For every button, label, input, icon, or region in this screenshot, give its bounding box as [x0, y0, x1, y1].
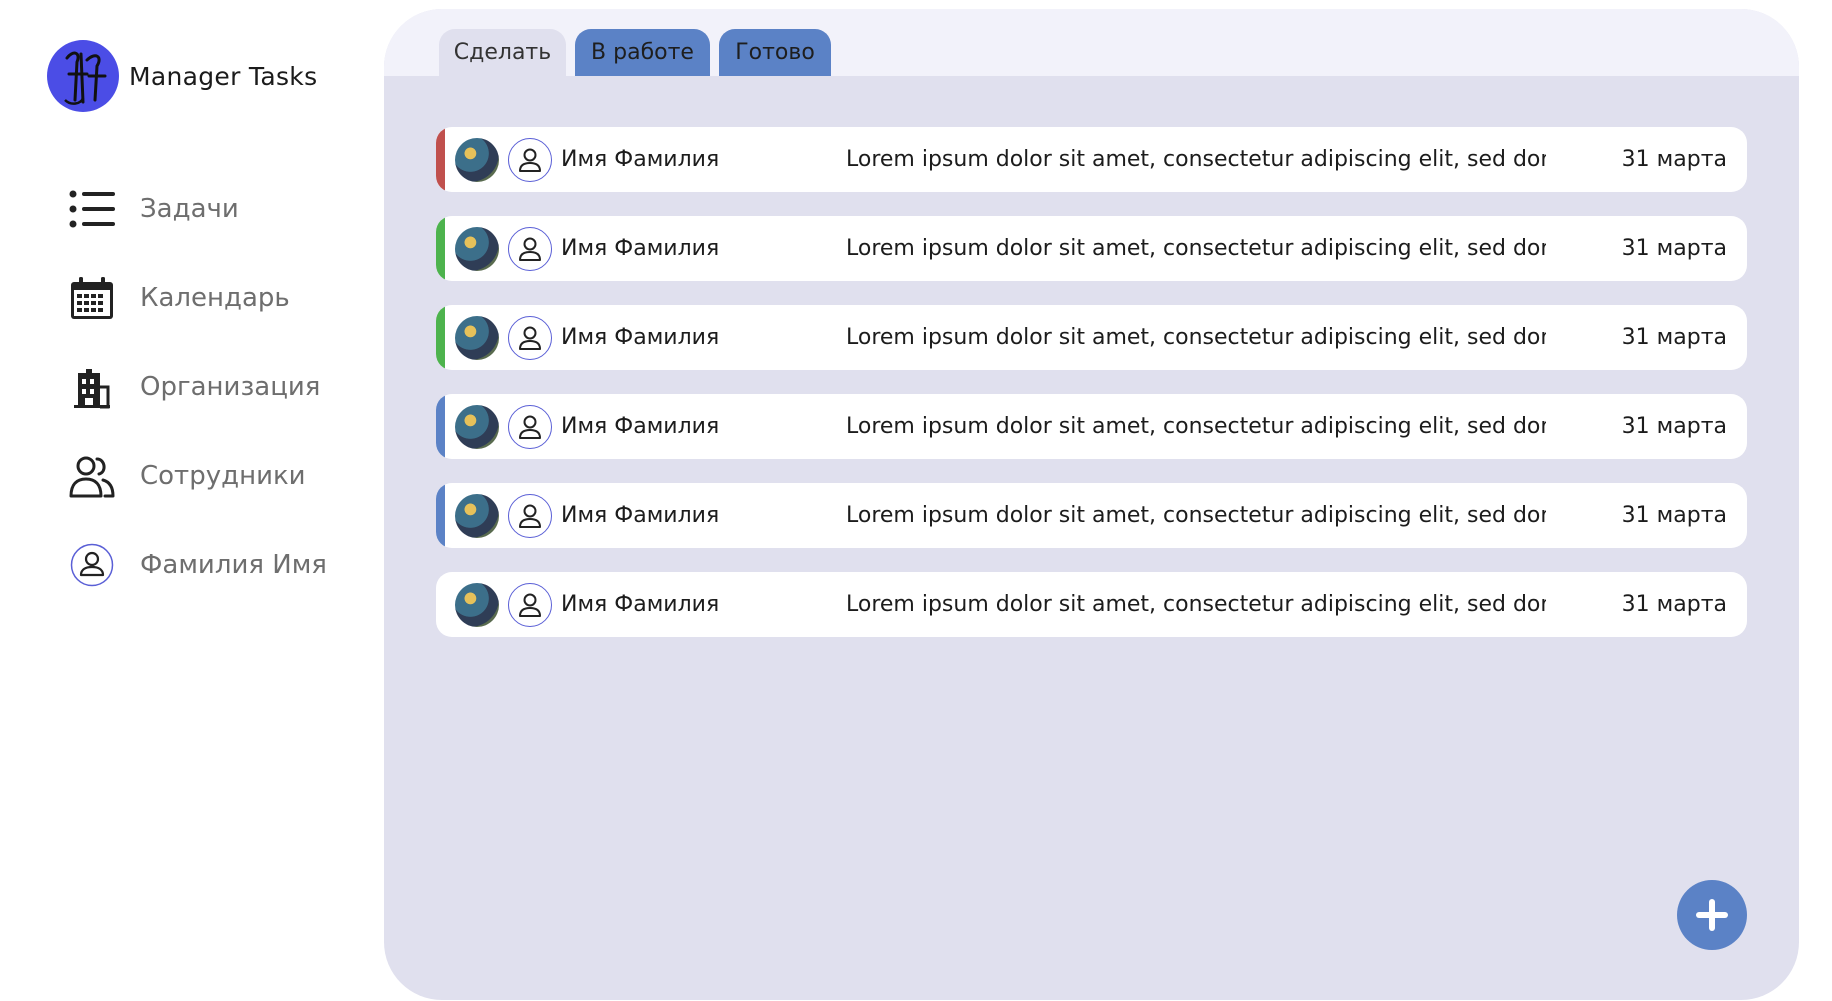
- project-avatar: [455, 137, 499, 182]
- priority-indicator: [436, 216, 445, 281]
- sidebar: Manager Tasks Задачи Календарь Организац…: [0, 0, 380, 1001]
- users-icon: [69, 453, 115, 499]
- sidebar-item-label: Календарь: [140, 282, 290, 313]
- task-description: Lorem ipsum dolor sit amet, consectetur …: [846, 503, 1546, 528]
- task-description: Lorem ipsum dolor sit amet, consectetur …: [846, 236, 1546, 261]
- user-avatar-icon: [69, 542, 115, 588]
- task-due-date: 31 марта: [1621, 592, 1727, 617]
- sidebar-item-calendar[interactable]: Календарь: [69, 253, 327, 342]
- app-logo[interactable]: Manager Tasks: [47, 40, 317, 112]
- task-due-date: 31 марта: [1621, 325, 1727, 350]
- tab-done[interactable]: Готово: [719, 29, 831, 76]
- priority-indicator: [436, 394, 445, 459]
- add-task-button[interactable]: [1677, 880, 1747, 950]
- task-due-date: 31 марта: [1621, 414, 1727, 439]
- task-assignee: Имя Фамилия: [561, 236, 720, 261]
- task-list: Имя Фамилия Lorem ipsum dolor sit amet, …: [436, 127, 1747, 661]
- project-avatar: [455, 315, 499, 360]
- sidebar-item-tasks[interactable]: Задачи: [69, 164, 327, 253]
- user-avatar-icon: [508, 404, 552, 449]
- sidebar-item-organization[interactable]: Организация: [69, 342, 327, 431]
- task-assignee: Имя Фамилия: [561, 592, 720, 617]
- tab-bar: Сделать В работе Готово: [384, 9, 1799, 76]
- task-description: Lorem ipsum dolor sit amet, consectetur …: [846, 414, 1546, 439]
- project-avatar: [455, 404, 499, 449]
- project-avatar: [455, 582, 499, 627]
- priority-indicator: [436, 483, 445, 548]
- task-due-date: 31 марта: [1621, 503, 1727, 528]
- sidebar-item-profile[interactable]: Фамилия Имя: [69, 520, 327, 609]
- task-description: Lorem ipsum dolor sit amet, consectetur …: [846, 325, 1546, 350]
- task-assignee: Имя Фамилия: [561, 325, 720, 350]
- project-avatar: [455, 226, 499, 271]
- user-avatar-icon: [508, 137, 552, 182]
- task-row[interactable]: Имя Фамилия Lorem ipsum dolor sit amet, …: [436, 483, 1747, 548]
- task-due-date: 31 марта: [1621, 147, 1727, 172]
- task-assignee: Имя Фамилия: [561, 147, 720, 172]
- sidebar-nav: Задачи Календарь Организация Сотрудники …: [69, 164, 327, 609]
- task-due-date: 31 марта: [1621, 236, 1727, 261]
- list-icon: [69, 186, 115, 232]
- tab-in-progress[interactable]: В работе: [575, 29, 710, 76]
- task-row[interactable]: Имя Фамилия Lorem ipsum dolor sit amet, …: [436, 572, 1747, 637]
- priority-indicator: [436, 305, 445, 370]
- project-avatar: [455, 493, 499, 538]
- tab-todo[interactable]: Сделать: [439, 29, 566, 76]
- logo-icon: [47, 40, 119, 112]
- task-assignee: Имя Фамилия: [561, 503, 720, 528]
- building-icon: [69, 364, 115, 410]
- task-description: Lorem ipsum dolor sit amet, consectetur …: [846, 592, 1546, 617]
- user-avatar-icon: [508, 315, 552, 360]
- task-row[interactable]: Имя Фамилия Lorem ipsum dolor sit amet, …: [436, 127, 1747, 192]
- user-avatar-icon: [508, 493, 552, 538]
- main-panel: Сделать В работе Готово Имя Фамилия Lore…: [384, 9, 1799, 1000]
- sidebar-item-label: Задачи: [140, 193, 239, 224]
- task-row[interactable]: Имя Фамилия Lorem ipsum dolor sit amet, …: [436, 394, 1747, 459]
- sidebar-item-label: Организация: [140, 371, 321, 402]
- task-row[interactable]: Имя Фамилия Lorem ipsum dolor sit amet, …: [436, 305, 1747, 370]
- task-description: Lorem ipsum dolor sit amet, consectetur …: [846, 147, 1546, 172]
- sidebar-item-label: Фамилия Имя: [140, 549, 327, 580]
- app-title: Manager Tasks: [129, 61, 318, 91]
- task-assignee: Имя Фамилия: [561, 414, 720, 439]
- user-avatar-icon: [508, 582, 552, 627]
- user-avatar-icon: [508, 226, 552, 271]
- app-root: Manager Tasks Задачи Календарь Организац…: [0, 0, 1832, 1001]
- priority-indicator: [436, 127, 445, 192]
- sidebar-item-label: Сотрудники: [140, 460, 306, 491]
- sidebar-item-employees[interactable]: Сотрудники: [69, 431, 327, 520]
- plus-icon: [1696, 899, 1728, 931]
- task-row[interactable]: Имя Фамилия Lorem ipsum dolor sit amet, …: [436, 216, 1747, 281]
- calendar-icon: [69, 275, 115, 321]
